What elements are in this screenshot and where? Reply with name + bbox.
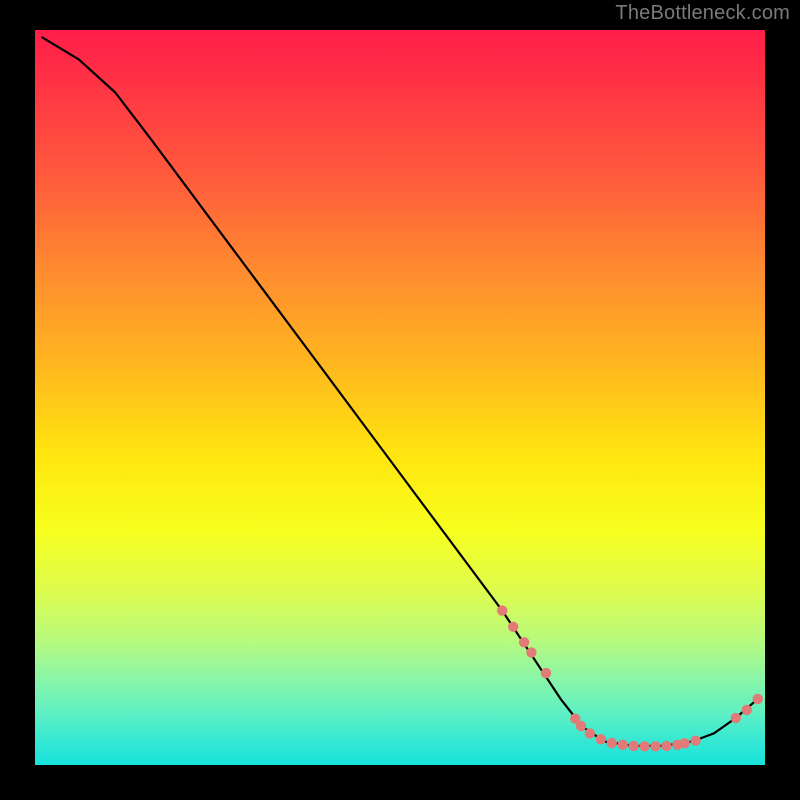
data-marker [650, 741, 660, 751]
data-marker [526, 647, 536, 657]
chart-overlay-svg [35, 30, 765, 765]
data-marker [519, 637, 529, 647]
data-marker [731, 713, 741, 723]
data-marker [618, 740, 628, 750]
data-marker [576, 721, 586, 731]
data-marker [661, 741, 671, 751]
data-marker [639, 741, 649, 751]
data-marker [607, 738, 617, 748]
data-marker [508, 622, 518, 632]
data-marker [585, 728, 595, 738]
data-marker [742, 705, 752, 715]
data-marker [753, 694, 763, 704]
data-marker [497, 605, 507, 615]
data-marker [596, 734, 606, 744]
data-markers [497, 605, 763, 751]
chart-frame: TheBottleneck.com [0, 0, 800, 800]
bottleneck-curve [42, 37, 757, 746]
data-marker [690, 736, 700, 746]
watermark-text: TheBottleneck.com [615, 2, 790, 25]
data-marker [628, 741, 638, 751]
data-marker [541, 668, 551, 678]
data-marker [680, 738, 690, 748]
